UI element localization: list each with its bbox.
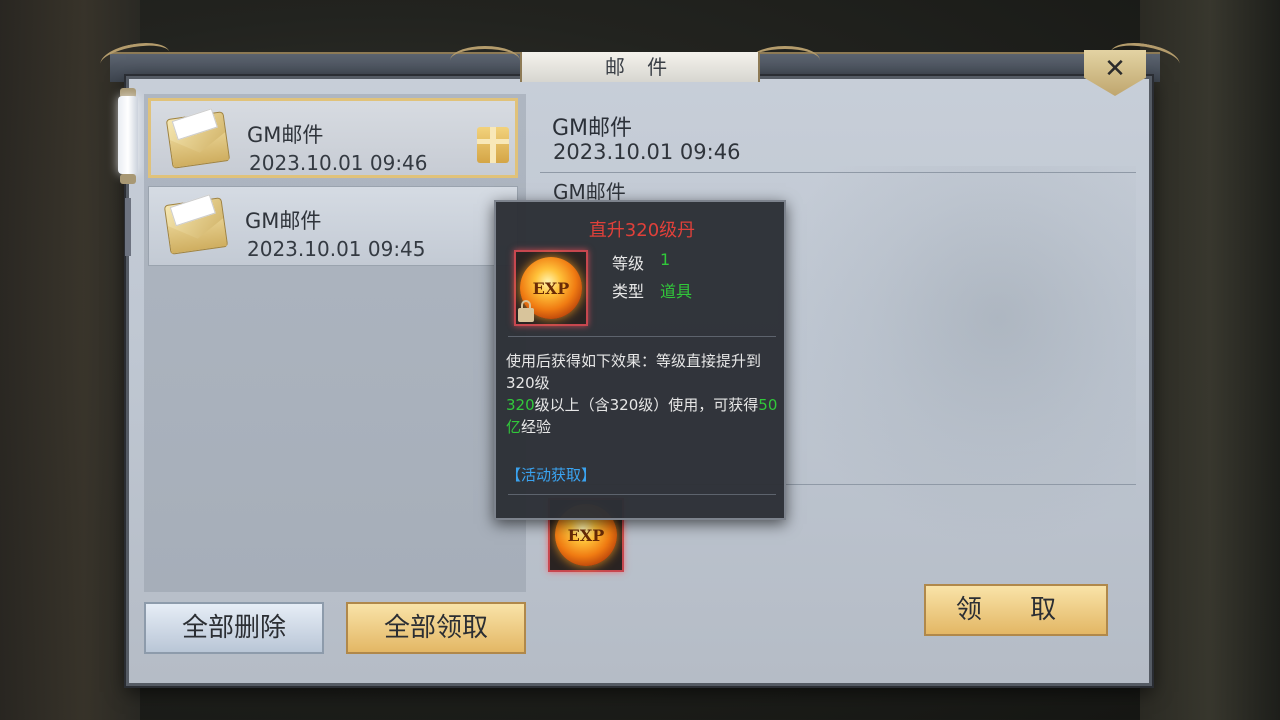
detail-time: 2023.10.01 09:46 [553, 140, 741, 164]
envelope-icon [163, 197, 229, 255]
divider [508, 494, 776, 495]
desc-value-green: 320 [506, 396, 535, 414]
item-description-1: 使用后获得如下效果：等级直接提升到320级 [506, 352, 762, 392]
level-label: 等级 [612, 254, 645, 273]
lock-icon [518, 300, 534, 322]
item-name: 直升320级丹 [588, 220, 696, 241]
background-right [1140, 0, 1280, 720]
mail-time: 2023.10.01 09:46 [249, 151, 428, 175]
item-icon-slot: EXP [514, 250, 588, 326]
frame-ornament [750, 46, 820, 75]
window-title: 邮 件 [520, 52, 760, 82]
mail-time: 2023.10.01 09:45 [247, 237, 426, 261]
scroll-ornament-icon [116, 88, 140, 258]
type-value: 道具 [660, 282, 693, 301]
divider [540, 172, 1136, 173]
frame-ornament [450, 46, 520, 75]
item-tooltip: 直升320级丹 EXP 等级 1 类型 道具 使用后获得如下效果：等级直接提升到… [494, 200, 786, 520]
mail-list-item[interactable]: GM邮件 2023.10.01 09:46 [148, 98, 518, 178]
desc-text: 经验 [521, 418, 552, 436]
desc-text: 级以上（含320级）使用，可获得 [534, 396, 759, 414]
claim-button[interactable]: 领 取 [924, 584, 1108, 636]
gift-icon [477, 127, 509, 163]
source-link[interactable]: 【活动获取】 [506, 464, 596, 485]
claim-all-button[interactable]: 全部领取 [346, 602, 526, 654]
close-icon: ✕ [1104, 54, 1126, 84]
pagoda-background [770, 166, 1136, 546]
item-description-2: 320级以上（含320级）使用，可获得50亿经验 [506, 394, 778, 438]
mail-list-item[interactable]: GM邮件 2023.10.01 09:45 [148, 186, 518, 266]
detail-sender: GM邮件 [552, 116, 633, 141]
mail-list[interactable]: GM邮件 2023.10.01 09:46 GM邮件 2023.10.01 09… [144, 94, 526, 592]
delete-all-button[interactable]: 全部删除 [144, 602, 324, 654]
mail-title: GM邮件 [245, 209, 322, 233]
mail-title: GM邮件 [247, 123, 324, 147]
level-value: 1 [660, 250, 671, 269]
envelope-icon [165, 111, 231, 169]
type-label: 类型 [612, 282, 645, 301]
divider [508, 336, 776, 337]
